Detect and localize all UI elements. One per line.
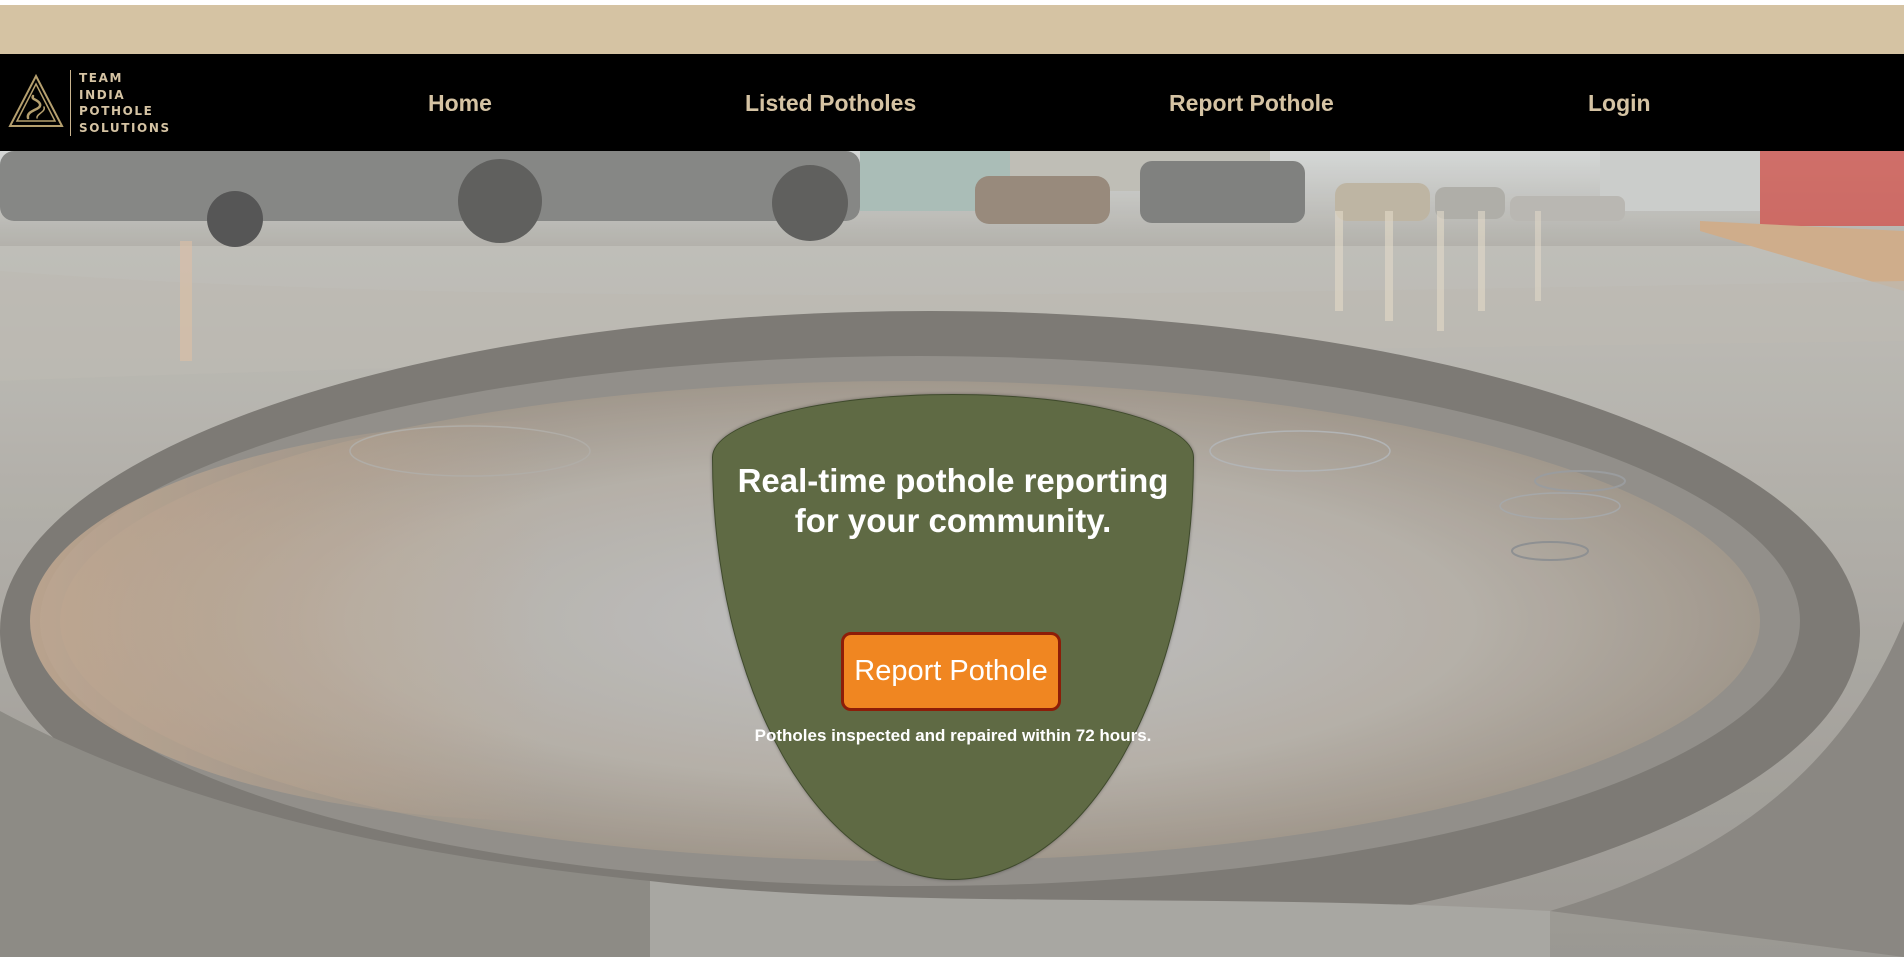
nav-login-link[interactable]: Login <box>1588 90 1651 116</box>
hero-headline: Real-time pothole reporting for your com… <box>737 462 1169 539</box>
nav-listed-potholes-link[interactable]: Listed Potholes <box>745 90 916 116</box>
site-logo[interactable]: TEAM INDIA POTHOLE SOLUTIONS <box>6 70 171 136</box>
logo-line: POTHOLE <box>79 104 154 118</box>
main-navbar: TEAM INDIA POTHOLE SOLUTIONS Home Listed… <box>0 54 1904 151</box>
nav-report-pothole-link[interactable]: Report Pothole <box>1169 90 1334 116</box>
report-pothole-button[interactable]: Report Pothole <box>841 632 1061 711</box>
repair-promise-text: Potholes inspected and repaired within 7… <box>754 726 1152 745</box>
logo-wordmark: TEAM INDIA POTHOLE SOLUTIONS <box>79 70 171 136</box>
logo-line: SOLUTIONS <box>79 120 171 135</box>
road-triangle-logo-icon <box>8 73 64 127</box>
logo-line: TEAM <box>79 71 124 85</box>
nav-home-link[interactable]: Home <box>428 90 492 116</box>
page-bottom-edge <box>0 957 1904 962</box>
top-banner <box>0 5 1904 54</box>
logo-divider <box>70 70 71 136</box>
logo-line: INDIA <box>79 87 126 102</box>
